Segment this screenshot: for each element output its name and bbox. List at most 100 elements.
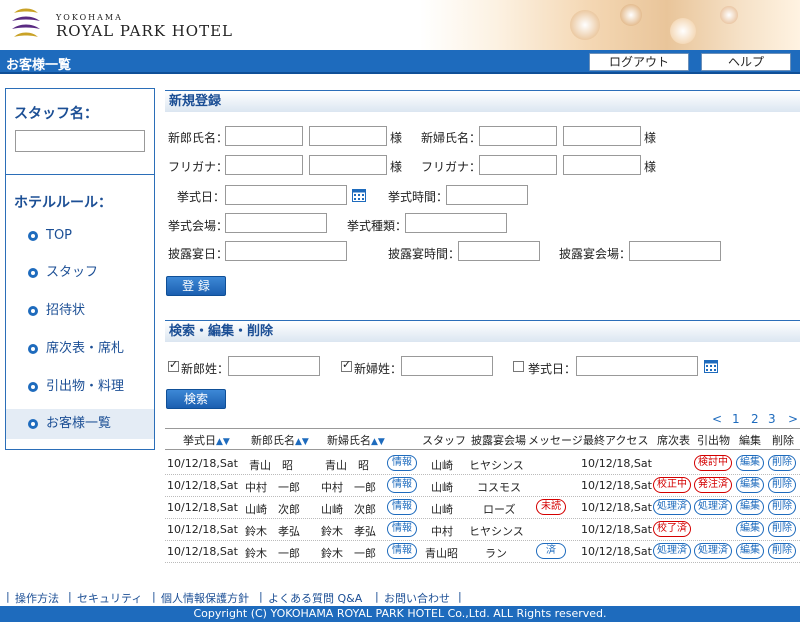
gift-status-badge[interactable]: 処理済 — [694, 543, 732, 559]
seating-status-badge[interactable]: 処理済 — [653, 499, 691, 515]
sidebar-item-customers[interactable]: お客様一覧 — [6, 409, 154, 439]
wedding-date-field[interactable] — [225, 185, 347, 205]
cell-venue: ローズ — [483, 503, 516, 516]
groom-givenname-field[interactable] — [309, 126, 387, 146]
gift-status-badge[interactable]: 検討中 — [694, 455, 732, 471]
calendar-icon[interactable] — [704, 359, 718, 373]
message-status-badge[interactable]: 未読 — [536, 499, 566, 515]
info-button[interactable]: 情報 — [387, 455, 417, 471]
info-button[interactable]: 情報 — [387, 543, 417, 559]
sort-date-header[interactable]: 挙式日▲▼ — [183, 432, 230, 448]
info-button[interactable]: 情報 — [387, 521, 417, 537]
help-button[interactable]: ヘルプ — [701, 53, 791, 71]
cell-date: 10/12/18,Sat — [167, 457, 238, 470]
bride-furigana-givenname-field[interactable] — [563, 155, 641, 175]
delete-button[interactable]: 削除 — [768, 455, 796, 471]
pager-page-2[interactable]: 2 — [751, 412, 759, 426]
bride-surname-checkbox[interactable] — [341, 358, 352, 372]
footer-link-privacy[interactable]: 個人情報保護方針 — [161, 590, 249, 606]
sidebar-item-top[interactable]: TOP — [6, 221, 154, 251]
reception-venue-field[interactable] — [629, 241, 721, 261]
calendar-icon[interactable] — [352, 188, 366, 202]
search-button[interactable]: 検索 — [166, 389, 226, 409]
edit-button[interactable]: 編集 — [736, 477, 764, 493]
seating-status-badge[interactable]: 校正中 — [653, 477, 691, 493]
sidebar-item-label: 招待状 — [46, 303, 86, 318]
delete-button[interactable]: 削除 — [768, 477, 796, 493]
bride-surname-label: 新婦姓： — [354, 362, 403, 376]
edit-button[interactable]: 編集 — [736, 499, 764, 515]
info-button[interactable]: 情報 — [387, 499, 417, 515]
edit-button[interactable]: 編集 — [736, 455, 764, 471]
seating-status-badge[interactable]: 処理済 — [653, 543, 691, 559]
sidebar-item-invitation[interactable]: 招待状 — [6, 296, 154, 326]
last-access-header: 最終アクセス — [583, 434, 649, 447]
groom-furigana-givenname-field[interactable] — [309, 155, 387, 175]
cell-groom: 青山 昭 — [249, 459, 293, 472]
edit-button[interactable]: 編集 — [736, 543, 764, 559]
footer-link-security[interactable]: セキュリティ — [77, 590, 142, 606]
cell-last-access: 10/12/18,Sat — [581, 501, 652, 514]
wedding-venue-field[interactable] — [225, 213, 327, 233]
gift-header: 引出物 — [697, 434, 730, 447]
reception-date-label: 披露宴日： — [168, 247, 229, 261]
delete-button[interactable]: 削除 — [768, 543, 796, 559]
pager-page-3[interactable]: 3 — [768, 412, 776, 426]
wedding-type-field[interactable] — [405, 213, 507, 233]
register-section-title: 新規登録 — [165, 90, 800, 112]
wedding-type-label: 挙式種類： — [347, 219, 408, 233]
search-wedding-date-field[interactable] — [576, 356, 698, 376]
reception-venue-label: 披露宴会場： — [559, 247, 632, 261]
delete-button[interactable]: 削除 — [768, 499, 796, 515]
table-header: 挙式日▲▼ 新郎氏名▲▼ 新婦氏名▲▼ スタッフ 披露宴会場 メッセージ 最終ア… — [165, 428, 800, 450]
info-button[interactable]: 情報 — [387, 477, 417, 493]
edit-button[interactable]: 編集 — [736, 521, 764, 537]
wedding-date-checkbox[interactable] — [513, 361, 524, 372]
cell-staff: 山崎 — [431, 459, 453, 472]
cell-last-access: 10/12/18,Sat — [581, 479, 652, 492]
sidebar-item-seating[interactable]: 席次表・席札 — [6, 334, 154, 364]
staff-name-field[interactable] — [15, 130, 145, 152]
seating-header: 席次表 — [657, 434, 690, 447]
gift-status-badge[interactable]: 発注済 — [694, 477, 732, 493]
page-title: お客様一覧 — [6, 58, 72, 73]
bride-furigana-surname-field[interactable] — [479, 155, 557, 175]
hotel-rule-label: ホテルルール： — [14, 195, 112, 211]
groom-surname-field[interactable] — [225, 126, 303, 146]
sidebar-item-gifts[interactable]: 引出物・料理 — [6, 372, 154, 402]
logo-text: ROYAL PARK HOTEL — [56, 22, 234, 40]
register-button[interactable]: 登 録 — [166, 276, 226, 296]
pager-page-1[interactable]: 1 — [732, 412, 740, 426]
groom-furigana-surname-field[interactable] — [225, 155, 303, 175]
cell-staff: 青山昭 — [425, 547, 458, 560]
message-status-badge[interactable]: 済 — [536, 543, 566, 559]
honorific-label: 様 — [644, 131, 657, 145]
seating-status-badge[interactable]: 校了済 — [653, 521, 691, 537]
footer-link-faq[interactable]: よくある質問 Q&A — [268, 590, 362, 606]
table-row: 10/12/18,Sat 中村 一郎 中村 一郎 情報 山崎 コスモス 10/1… — [165, 475, 800, 497]
pager-next[interactable]: > — [788, 412, 798, 426]
delete-button[interactable]: 削除 — [768, 521, 796, 537]
bride-givenname-field[interactable] — [563, 126, 641, 146]
cell-last-access: 10/12/18,Sat — [581, 523, 652, 536]
footer-link-contact[interactable]: お問い合わせ — [384, 590, 450, 606]
wedding-time-field[interactable] — [446, 185, 528, 205]
pager-prev[interactable]: < — [712, 412, 722, 426]
sidebar-item-staff[interactable]: スタッフ — [6, 258, 154, 288]
reception-time-field[interactable] — [458, 241, 540, 261]
gift-status-badge[interactable]: 処理済 — [694, 499, 732, 515]
reception-date-field[interactable] — [225, 241, 347, 261]
cell-staff: 山崎 — [431, 481, 453, 494]
search-bride-surname-field[interactable] — [401, 356, 493, 376]
footer-link-howto[interactable]: 操作方法 — [15, 590, 59, 606]
groom-surname-checkbox[interactable] — [168, 358, 179, 372]
sort-groom-header[interactable]: 新郎氏名▲▼ — [251, 432, 309, 448]
groom-surname-label: 新郎姓： — [181, 362, 230, 376]
logout-button[interactable]: ログアウト — [589, 53, 689, 71]
search-groom-surname-field[interactable] — [228, 356, 320, 376]
bride-furigana-label: フリガナ： — [421, 160, 482, 174]
sort-bride-header[interactable]: 新婦氏名▲▼ — [327, 432, 385, 448]
bride-surname-field[interactable] — [479, 126, 557, 146]
cell-bride: 山崎 次郎 — [321, 503, 376, 516]
honorific-label: 様 — [390, 160, 403, 174]
